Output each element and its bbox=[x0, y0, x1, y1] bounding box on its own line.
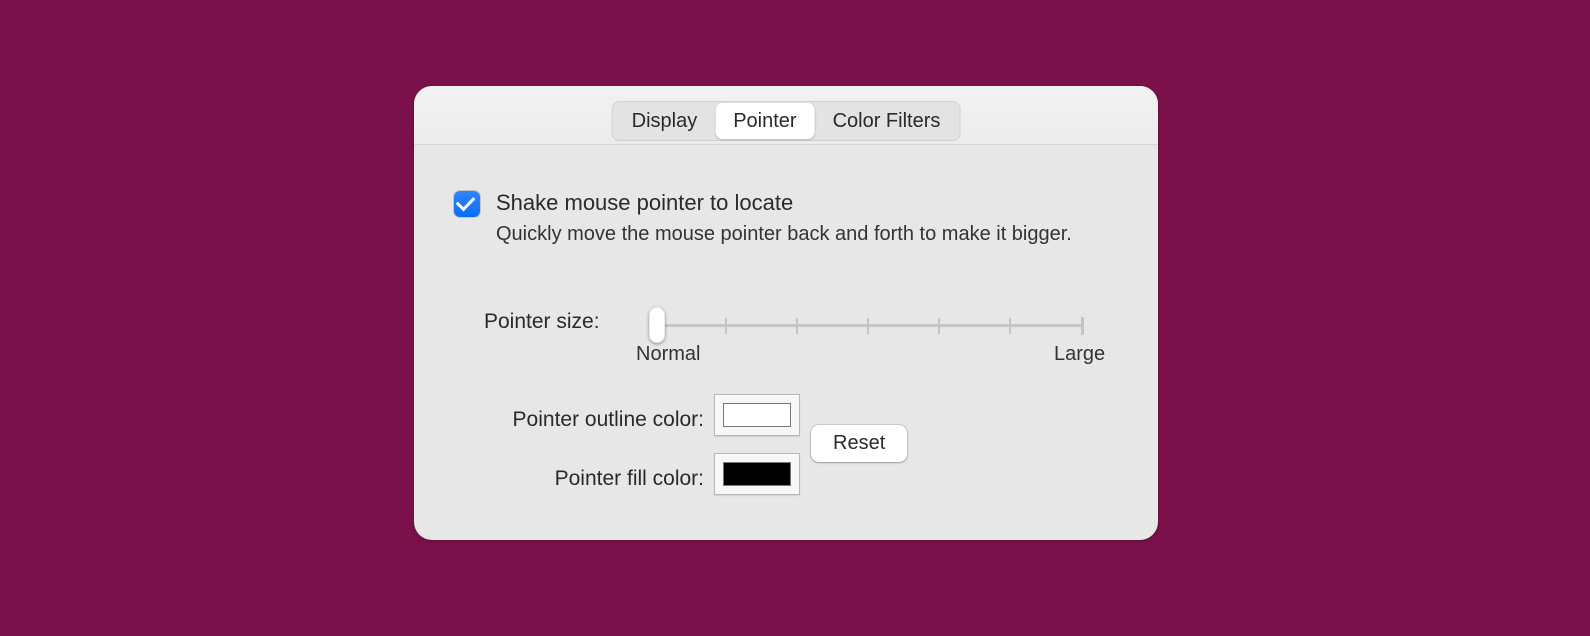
slider-tick bbox=[725, 318, 727, 334]
pointer-fill-color-swatch bbox=[723, 462, 791, 486]
tab-segmented-control: Display Pointer Color Filters bbox=[612, 101, 961, 141]
pointer-outline-color-well[interactable] bbox=[714, 394, 800, 436]
tab-color-filters[interactable]: Color Filters bbox=[815, 103, 959, 139]
panel-content: Shake mouse pointer to locate Quickly mo… bbox=[414, 144, 1158, 540]
pointer-outline-color-label: Pointer outline color: bbox=[450, 408, 704, 432]
preferences-panel: Display Pointer Color Filters Shake mous… bbox=[414, 86, 1158, 540]
pointer-fill-color-label: Pointer fill color: bbox=[450, 467, 704, 491]
slider-tick bbox=[796, 318, 798, 334]
tab-display[interactable]: Display bbox=[614, 103, 716, 139]
slider-tick bbox=[867, 318, 869, 334]
slider-tick bbox=[938, 318, 940, 334]
pointer-outline-color-swatch bbox=[723, 403, 791, 427]
pointer-fill-color-well[interactable] bbox=[714, 453, 800, 495]
slider-track bbox=[654, 324, 1084, 327]
shake-description: Quickly move the mouse pointer back and … bbox=[496, 221, 1112, 247]
reset-button[interactable]: Reset bbox=[811, 425, 907, 462]
pointer-size-min-label: Normal bbox=[636, 343, 700, 366]
slider-thumb[interactable] bbox=[649, 307, 665, 343]
shake-label: Shake mouse pointer to locate bbox=[496, 190, 793, 216]
pointer-size-slider[interactable] bbox=[654, 316, 1084, 336]
shake-checkbox[interactable] bbox=[454, 191, 480, 217]
pointer-size-label: Pointer size: bbox=[484, 310, 600, 334]
slider-tick bbox=[1009, 318, 1011, 334]
tab-pointer[interactable]: Pointer bbox=[715, 103, 814, 139]
slider-tick bbox=[1081, 317, 1084, 335]
pointer-size-max-label: Large bbox=[1054, 343, 1105, 366]
